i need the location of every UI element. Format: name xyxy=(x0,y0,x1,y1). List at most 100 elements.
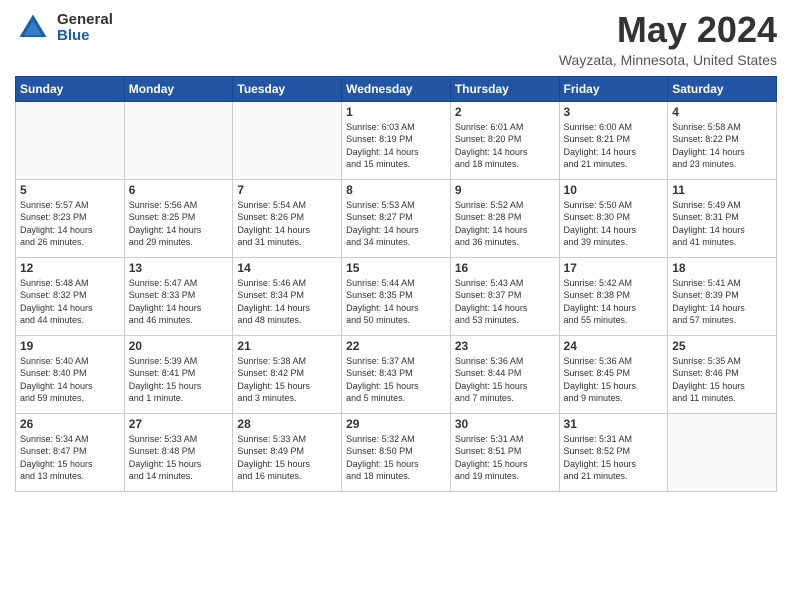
day-number: 10 xyxy=(564,183,664,197)
week-row-2: 5 Sunrise: 5:57 AM Sunset: 8:23 PM Daylig… xyxy=(16,179,777,257)
calendar-cell: 10 Sunrise: 5:50 AM Sunset: 8:30 PM Dayli… xyxy=(559,179,668,257)
calendar-cell: 1Sunrise: 6:03 AM Sunset: 8:19 PM Daylig… xyxy=(342,101,451,179)
calendar-cell xyxy=(668,413,777,491)
day-number: 30 xyxy=(455,417,555,431)
day-number: 31 xyxy=(564,417,664,431)
day-number: 8 xyxy=(346,183,446,197)
calendar-cell: 11Sunrise: 5:49 AM Sunset: 8:31 PM Dayli… xyxy=(668,179,777,257)
calendar-cell: 18 Sunrise: 5:41 AM Sunset: 8:39 PM Dayli… xyxy=(668,257,777,335)
calendar-cell: 27Sunrise: 5:33 AM Sunset: 8:48 PM Dayli… xyxy=(124,413,233,491)
day-number: 14 xyxy=(237,261,337,275)
calendar-cell: 3 Sunrise: 6:00 AM Sunset: 8:21 PM Daylig… xyxy=(559,101,668,179)
week-row-3: 12Sunrise: 5:48 AM Sunset: 8:32 PM Dayli… xyxy=(16,257,777,335)
day-info: Sunrise: 5:56 AM Sunset: 8:25 PM Dayligh… xyxy=(129,199,229,249)
logo-blue-text: Blue xyxy=(57,28,113,45)
day-info: Sunrise: 5:44 AM Sunset: 8:35 PM Dayligh… xyxy=(346,277,446,327)
main-title: May 2024 xyxy=(559,10,777,50)
day-number: 11 xyxy=(672,183,772,197)
day-number: 4 xyxy=(672,105,772,119)
week-row-5: 26 Sunrise: 5:34 AM Sunset: 8:47 PM Dayli… xyxy=(16,413,777,491)
weekday-header-saturday: Saturday xyxy=(668,76,777,101)
logo-general-text: General xyxy=(57,12,113,29)
day-info: Sunrise: 5:31 AM Sunset: 8:51 PM Dayligh… xyxy=(455,433,555,483)
day-number: 22 xyxy=(346,339,446,353)
day-number: 3 xyxy=(564,105,664,119)
logo-text: General Blue xyxy=(57,12,113,45)
logo-icon xyxy=(15,10,51,46)
day-info: Sunrise: 5:38 AM Sunset: 8:42 PM Dayligh… xyxy=(237,355,337,405)
calendar-cell: 30 Sunrise: 5:31 AM Sunset: 8:51 PM Dayli… xyxy=(450,413,559,491)
calendar-cell: 16 Sunrise: 5:43 AM Sunset: 8:37 PM Dayli… xyxy=(450,257,559,335)
calendar-cell: 31 Sunrise: 5:31 AM Sunset: 8:52 PM Dayli… xyxy=(559,413,668,491)
day-number: 28 xyxy=(237,417,337,431)
logo: General Blue xyxy=(15,10,113,46)
day-info: Sunrise: 5:31 AM Sunset: 8:52 PM Dayligh… xyxy=(564,433,664,483)
day-number: 2 xyxy=(455,105,555,119)
day-info: Sunrise: 5:54 AM Sunset: 8:26 PM Dayligh… xyxy=(237,199,337,249)
day-number: 26 xyxy=(20,417,120,431)
calendar-cell: 9Sunrise: 5:52 AM Sunset: 8:28 PM Daylig… xyxy=(450,179,559,257)
page: General Blue May 2024 Wayzata, Minnesota… xyxy=(0,0,792,612)
calendar-cell: 2 Sunrise: 6:01 AM Sunset: 8:20 PM Daylig… xyxy=(450,101,559,179)
day-info: Sunrise: 5:58 AM Sunset: 8:22 PM Dayligh… xyxy=(672,121,772,171)
calendar-cell: 28Sunrise: 5:33 AM Sunset: 8:49 PM Dayli… xyxy=(233,413,342,491)
calendar-cell: 6 Sunrise: 5:56 AM Sunset: 8:25 PM Daylig… xyxy=(124,179,233,257)
weekday-header-friday: Friday xyxy=(559,76,668,101)
weekday-header-wednesday: Wednesday xyxy=(342,76,451,101)
day-info: Sunrise: 5:37 AM Sunset: 8:43 PM Dayligh… xyxy=(346,355,446,405)
day-info: Sunrise: 5:43 AM Sunset: 8:37 PM Dayligh… xyxy=(455,277,555,327)
day-info: Sunrise: 5:46 AM Sunset: 8:34 PM Dayligh… xyxy=(237,277,337,327)
day-number: 7 xyxy=(237,183,337,197)
calendar-cell: 7 Sunrise: 5:54 AM Sunset: 8:26 PM Daylig… xyxy=(233,179,342,257)
day-info: Sunrise: 5:33 AM Sunset: 8:48 PM Dayligh… xyxy=(129,433,229,483)
day-info: Sunrise: 5:57 AM Sunset: 8:23 PM Dayligh… xyxy=(20,199,120,249)
calendar-cell: 21Sunrise: 5:38 AM Sunset: 8:42 PM Dayli… xyxy=(233,335,342,413)
day-number: 16 xyxy=(455,261,555,275)
day-number: 23 xyxy=(455,339,555,353)
day-number: 24 xyxy=(564,339,664,353)
day-info: Sunrise: 5:47 AM Sunset: 8:33 PM Dayligh… xyxy=(129,277,229,327)
calendar-cell xyxy=(16,101,125,179)
day-info: Sunrise: 5:36 AM Sunset: 8:44 PM Dayligh… xyxy=(455,355,555,405)
calendar-cell: 4 Sunrise: 5:58 AM Sunset: 8:22 PM Daylig… xyxy=(668,101,777,179)
calendar-cell: 13Sunrise: 5:47 AM Sunset: 8:33 PM Dayli… xyxy=(124,257,233,335)
day-number: 18 xyxy=(672,261,772,275)
calendar-cell: 20Sunrise: 5:39 AM Sunset: 8:41 PM Dayli… xyxy=(124,335,233,413)
calendar-cell: 15Sunrise: 5:44 AM Sunset: 8:35 PM Dayli… xyxy=(342,257,451,335)
week-row-4: 19 Sunrise: 5:40 AM Sunset: 8:40 PM Dayli… xyxy=(16,335,777,413)
calendar-cell: 22 Sunrise: 5:37 AM Sunset: 8:43 PM Dayli… xyxy=(342,335,451,413)
subtitle: Wayzata, Minnesota, United States xyxy=(559,52,777,68)
day-number: 29 xyxy=(346,417,446,431)
weekday-header-thursday: Thursday xyxy=(450,76,559,101)
week-row-1: 1Sunrise: 6:03 AM Sunset: 8:19 PM Daylig… xyxy=(16,101,777,179)
calendar-cell: 23 Sunrise: 5:36 AM Sunset: 8:44 PM Dayli… xyxy=(450,335,559,413)
day-info: Sunrise: 5:39 AM Sunset: 8:41 PM Dayligh… xyxy=(129,355,229,405)
day-info: Sunrise: 5:41 AM Sunset: 8:39 PM Dayligh… xyxy=(672,277,772,327)
day-number: 5 xyxy=(20,183,120,197)
day-info: Sunrise: 6:03 AM Sunset: 8:19 PM Dayligh… xyxy=(346,121,446,171)
day-info: Sunrise: 5:36 AM Sunset: 8:45 PM Dayligh… xyxy=(564,355,664,405)
day-info: Sunrise: 5:48 AM Sunset: 8:32 PM Dayligh… xyxy=(20,277,120,327)
calendar-cell: 5 Sunrise: 5:57 AM Sunset: 8:23 PM Daylig… xyxy=(16,179,125,257)
day-info: Sunrise: 6:01 AM Sunset: 8:20 PM Dayligh… xyxy=(455,121,555,171)
day-number: 6 xyxy=(129,183,229,197)
weekday-header-monday: Monday xyxy=(124,76,233,101)
day-number: 19 xyxy=(20,339,120,353)
calendar: SundayMondayTuesdayWednesdayThursdayFrid… xyxy=(15,76,777,492)
day-info: Sunrise: 5:32 AM Sunset: 8:50 PM Dayligh… xyxy=(346,433,446,483)
calendar-cell xyxy=(124,101,233,179)
weekday-header-sunday: Sunday xyxy=(16,76,125,101)
day-info: Sunrise: 5:50 AM Sunset: 8:30 PM Dayligh… xyxy=(564,199,664,249)
day-info: Sunrise: 5:53 AM Sunset: 8:27 PM Dayligh… xyxy=(346,199,446,249)
header: General Blue May 2024 Wayzata, Minnesota… xyxy=(15,10,777,68)
calendar-cell: 17Sunrise: 5:42 AM Sunset: 8:38 PM Dayli… xyxy=(559,257,668,335)
title-area: May 2024 Wayzata, Minnesota, United Stat… xyxy=(559,10,777,68)
weekday-header-tuesday: Tuesday xyxy=(233,76,342,101)
day-info: Sunrise: 5:40 AM Sunset: 8:40 PM Dayligh… xyxy=(20,355,120,405)
calendar-cell: 12Sunrise: 5:48 AM Sunset: 8:32 PM Dayli… xyxy=(16,257,125,335)
day-info: Sunrise: 6:00 AM Sunset: 8:21 PM Dayligh… xyxy=(564,121,664,171)
day-info: Sunrise: 5:42 AM Sunset: 8:38 PM Dayligh… xyxy=(564,277,664,327)
day-info: Sunrise: 5:34 AM Sunset: 8:47 PM Dayligh… xyxy=(20,433,120,483)
day-number: 9 xyxy=(455,183,555,197)
calendar-cell: 8 Sunrise: 5:53 AM Sunset: 8:27 PM Daylig… xyxy=(342,179,451,257)
